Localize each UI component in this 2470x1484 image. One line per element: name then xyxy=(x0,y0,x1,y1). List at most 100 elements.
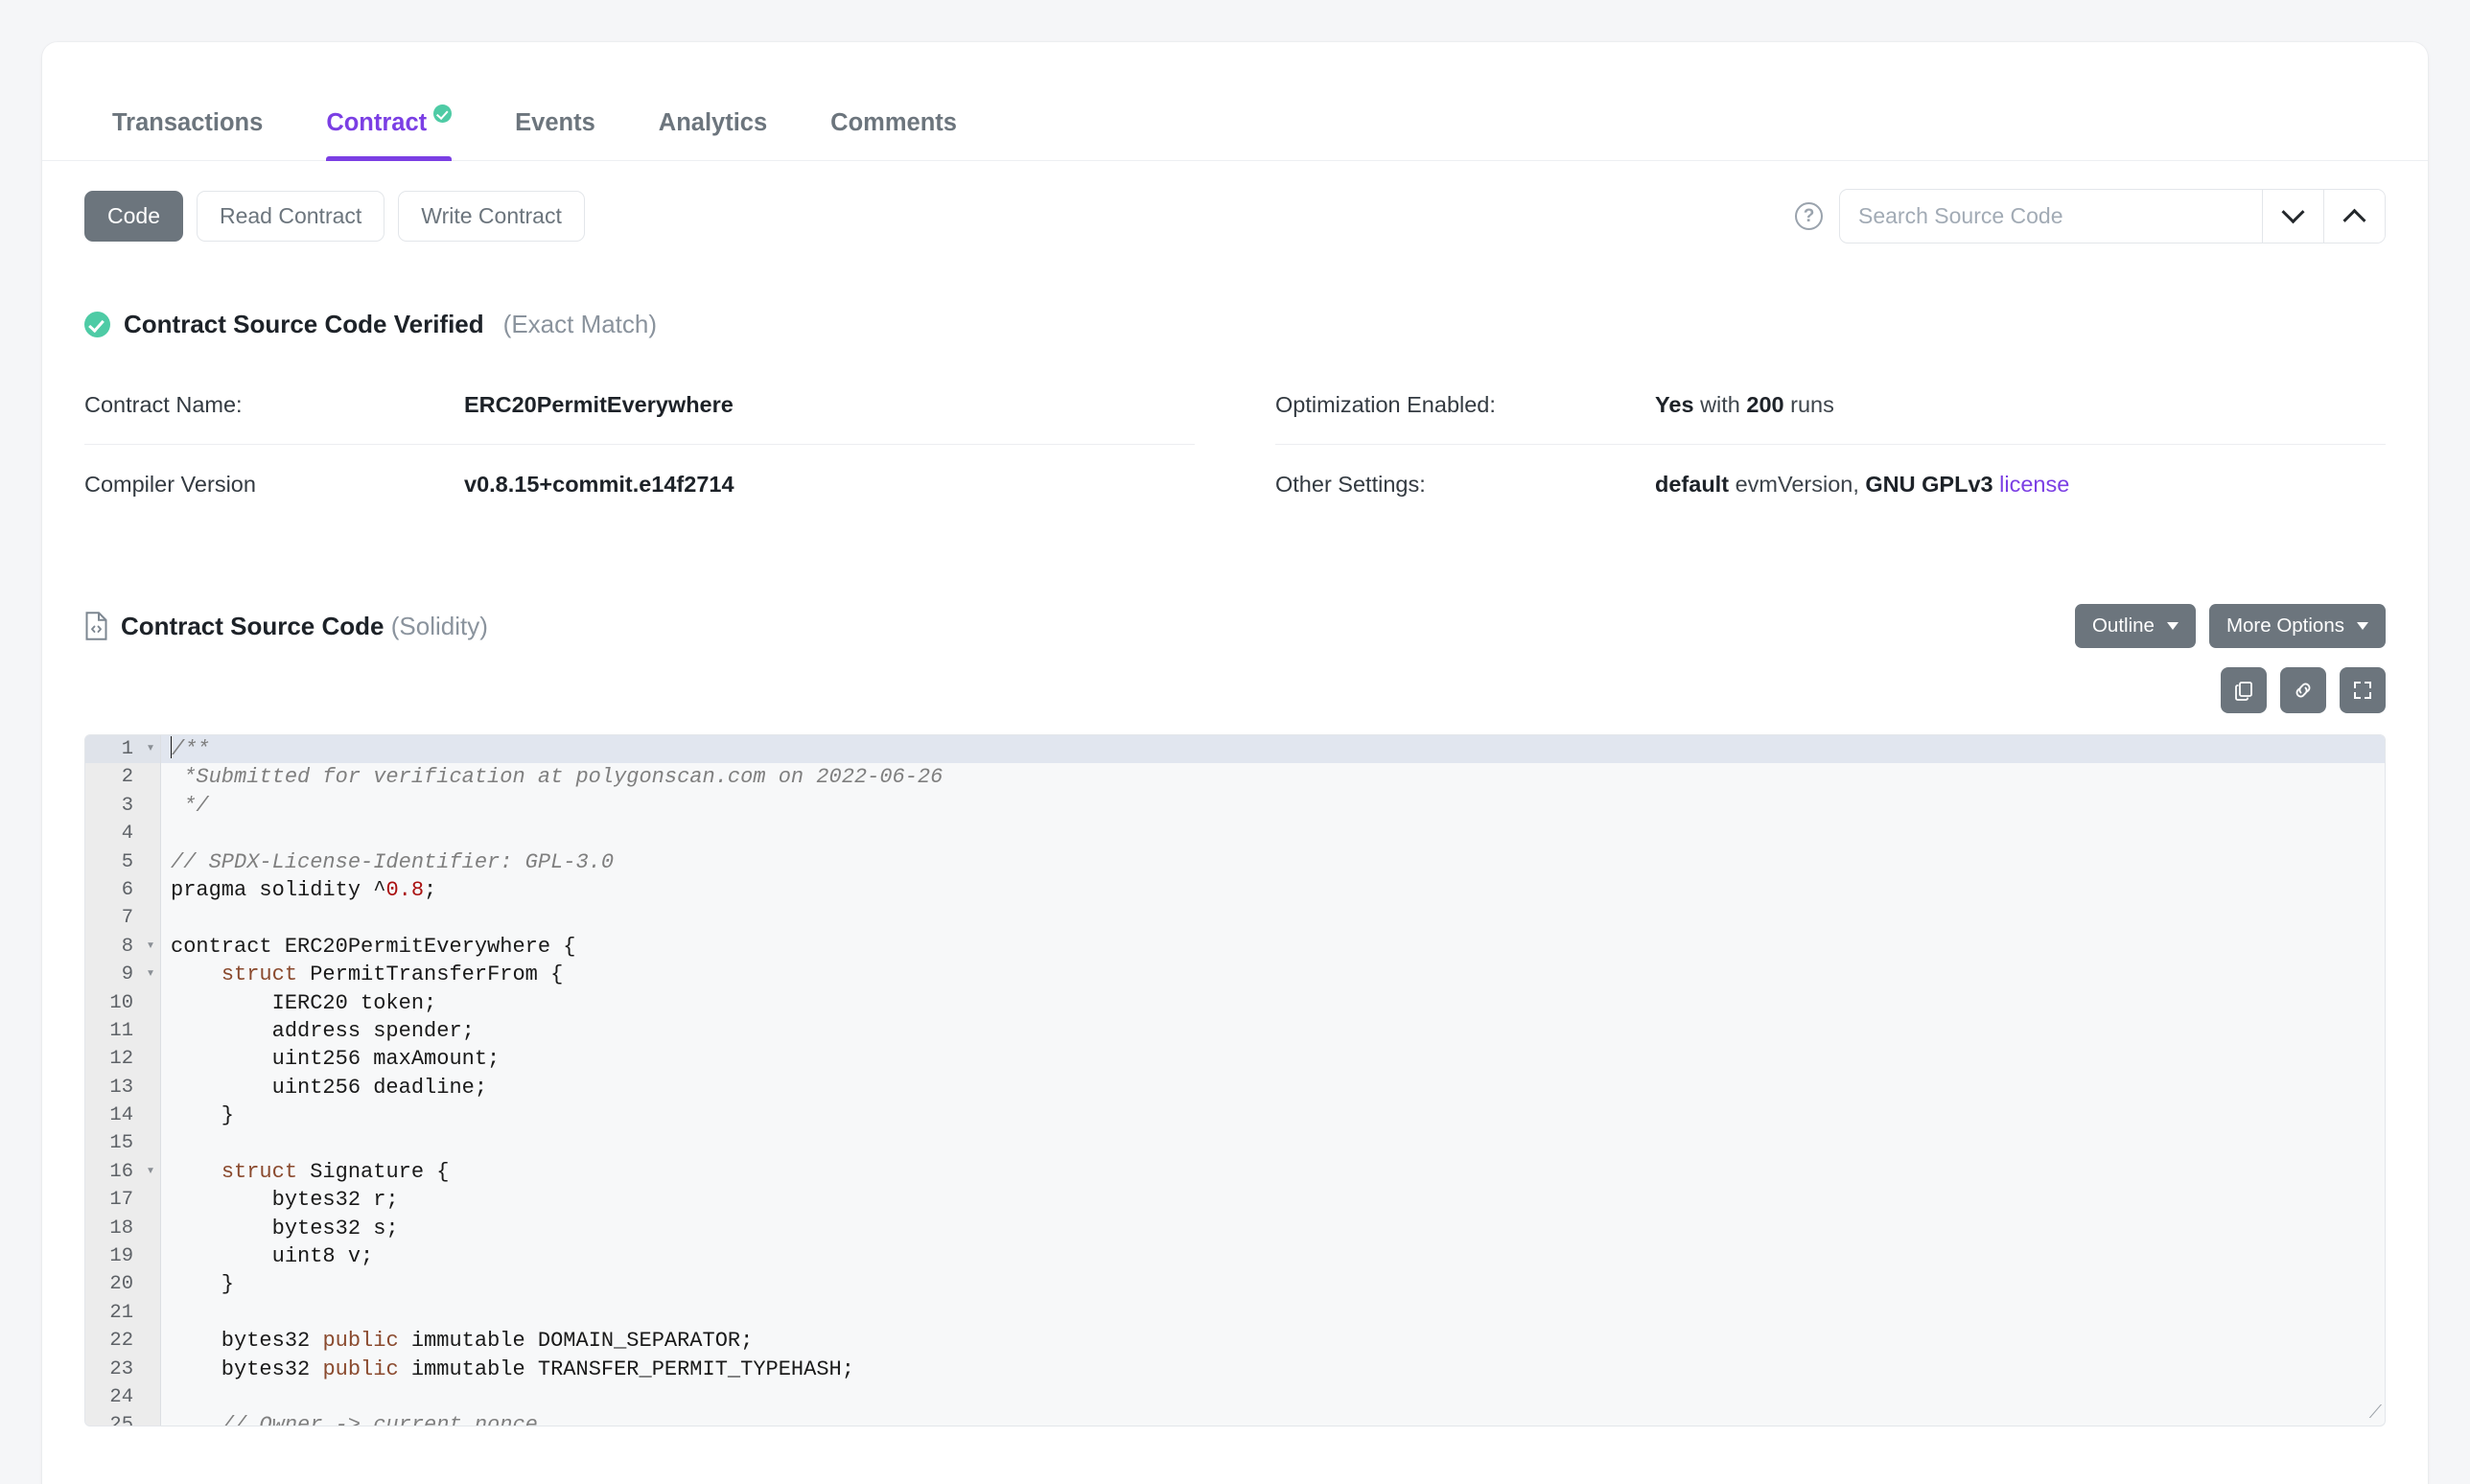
contract-subtoolbar: Code Read Contract Write Contract ? xyxy=(42,161,2428,243)
code-line[interactable]: 17 bytes32 r; xyxy=(85,1186,2385,1215)
contract-name-value: ERC20PermitEverywhere xyxy=(464,392,734,418)
code-line[interactable]: 2 *Submitted for verification at polygon… xyxy=(85,763,2385,792)
code-line[interactable]: 15 xyxy=(85,1129,2385,1158)
code-line[interactable]: 18 bytes32 s; xyxy=(85,1214,2385,1243)
tab-contract[interactable]: Contract xyxy=(294,104,483,161)
contract-name-text: ERC20PermitEverywhere xyxy=(464,392,734,417)
info-row-contract-name: Contract Name: ERC20PermitEverywhere xyxy=(84,366,1195,445)
source-code-header: Contract Source Code (Solidity) Outline … xyxy=(42,523,2428,648)
license-link[interactable]: license xyxy=(1999,472,2069,497)
search-next-button[interactable] xyxy=(2262,190,2323,243)
code-line[interactable]: 6 pragma solidity ^0.8; xyxy=(85,875,2385,905)
fold-spacer xyxy=(141,988,160,1017)
more-options-button[interactable]: More Options xyxy=(2208,604,2386,648)
code-line[interactable]: 24 xyxy=(85,1382,2385,1412)
fold-spacer xyxy=(141,1242,160,1271)
code-text xyxy=(160,1298,2385,1328)
code-text: bytes32 public immutable TRANSFER_PERMIT… xyxy=(160,1355,2385,1383)
fold-spacer xyxy=(141,1045,160,1074)
code-text: IERC20 token; xyxy=(160,988,2385,1017)
code-line[interactable]: 12 uint256 maxAmount; xyxy=(85,1045,2385,1074)
line-number: 23 xyxy=(85,1355,141,1383)
optimization-value: Yes with 200 runs xyxy=(1655,392,1834,418)
code-text: bytes32 s; xyxy=(160,1214,2385,1243)
code-text: // Owner -> current nonce. xyxy=(160,1411,2385,1426)
verified-match: (Exact Match) xyxy=(502,310,658,338)
tab-transactions[interactable]: Transactions xyxy=(81,110,294,161)
search-input[interactable] xyxy=(1840,190,2262,243)
code-text: struct PermitTransferFrom { xyxy=(160,961,2385,989)
line-number: 24 xyxy=(85,1382,141,1412)
fold-spacer xyxy=(141,875,160,905)
search-prev-button[interactable] xyxy=(2323,190,2385,243)
code-line[interactable]: 1 ▾/** xyxy=(85,735,2385,764)
code-line[interactable]: 20 } xyxy=(85,1270,2385,1299)
other-settings-evm: evmVersion, xyxy=(1735,471,1859,497)
search-source-code-box xyxy=(1839,189,2386,243)
code-text: /** xyxy=(160,735,2385,764)
line-number: 6 xyxy=(85,875,141,905)
line-number: 9 xyxy=(85,961,141,989)
line-number: 5 xyxy=(85,847,141,876)
contract-info-grid: Contract Name: ERC20PermitEverywhere Opt… xyxy=(42,339,2428,523)
help-icon[interactable]: ? xyxy=(1795,202,1823,230)
tab-events[interactable]: Events xyxy=(483,108,627,161)
fullscreen-button[interactable] xyxy=(2340,667,2386,713)
line-number: 18 xyxy=(85,1214,141,1243)
file-code-icon xyxy=(85,612,107,640)
code-line[interactable]: 3 */ xyxy=(85,791,2385,821)
code-line[interactable]: 16 ▾ struct Signature { xyxy=(85,1157,2385,1187)
code-line[interactable]: 25 // Owner -> current nonce. xyxy=(85,1411,2385,1426)
outline-button[interactable]: Outline xyxy=(2074,604,2196,648)
fold-toggle-icon[interactable]: ▾ xyxy=(141,1157,160,1187)
read-contract-button[interactable]: Read Contract xyxy=(196,190,385,243)
line-number: 10 xyxy=(85,988,141,1017)
tab-label: Contract xyxy=(326,108,428,136)
compiler-version-value: v0.8.15+commit.e14f2714 xyxy=(464,472,734,498)
fold-toggle-icon[interactable]: ▾ xyxy=(141,735,160,764)
code-line[interactable]: 10 IERC20 token; xyxy=(85,988,2385,1017)
source-code-editor[interactable]: 1 ▾/** 2 *Submitted for verification at po… xyxy=(84,734,2386,1426)
code-text: } xyxy=(160,1270,2385,1299)
page-root: Transactions Contract Events Analytics C… xyxy=(0,0,2470,1484)
tab-label: Events xyxy=(515,108,595,136)
code-line[interactable]: 13 uint256 deadline; xyxy=(85,1073,2385,1102)
code-line[interactable]: 11 address spender; xyxy=(85,1016,2385,1046)
tab-comments[interactable]: Comments xyxy=(799,110,989,161)
line-number: 7 xyxy=(85,904,141,933)
compiler-version-text: v0.8.15+commit.e14f2714 xyxy=(464,471,734,497)
line-number: 17 xyxy=(85,1186,141,1215)
copy-link-button[interactable] xyxy=(2280,667,2326,713)
line-number: 19 xyxy=(85,1242,141,1271)
code-line[interactable]: 4 xyxy=(85,820,2385,848)
fullscreen-icon xyxy=(2354,682,2371,699)
code-button[interactable]: Code xyxy=(84,190,183,243)
code-text: struct Signature { xyxy=(160,1157,2385,1187)
code-text: } xyxy=(160,1101,2385,1130)
fold-toggle-icon[interactable]: ▾ xyxy=(141,961,160,989)
editor-resize-handle[interactable]: ⟋ xyxy=(2365,1404,2382,1424)
code-line[interactable]: 7 xyxy=(85,904,2385,933)
line-number: 20 xyxy=(85,1270,141,1299)
contract-security-audit-header: Contract Security Audit xyxy=(42,1426,2428,1484)
code-text xyxy=(160,820,2385,848)
code-line[interactable]: 19 uint8 v; xyxy=(85,1242,2385,1271)
tab-analytics[interactable]: Analytics xyxy=(627,110,799,161)
fold-toggle-icon[interactable]: ▾ xyxy=(141,932,160,962)
code-text xyxy=(160,1129,2385,1158)
copy-source-button[interactable] xyxy=(2221,667,2267,713)
fold-spacer xyxy=(141,1382,160,1412)
code-line[interactable]: 23 bytes32 public immutable TRANSFER_PER… xyxy=(85,1355,2385,1383)
code-line[interactable]: 8 ▾ contract ERC20PermitEverywhere { xyxy=(85,932,2385,962)
code-line[interactable]: 9 ▾ struct PermitTransferFrom { xyxy=(85,961,2385,989)
write-contract-button[interactable]: Write Contract xyxy=(398,190,585,243)
code-line[interactable]: 5 // SPDX-License-Identifier: GPL-3.0 xyxy=(85,847,2385,876)
code-line[interactable]: 21 xyxy=(85,1298,2385,1328)
code-line[interactable]: 22 bytes32 public immutable DOMAIN_SEPAR… xyxy=(85,1327,2385,1356)
chevron-up-icon xyxy=(2342,208,2366,232)
verified-banner: Contract Source Code Verified (Exact Mat… xyxy=(42,243,2428,339)
line-number: 4 xyxy=(85,820,141,848)
code-line[interactable]: 14 } xyxy=(85,1101,2385,1130)
code-text xyxy=(160,904,2385,933)
contract-card: Transactions Contract Events Analytics C… xyxy=(42,42,2428,1484)
